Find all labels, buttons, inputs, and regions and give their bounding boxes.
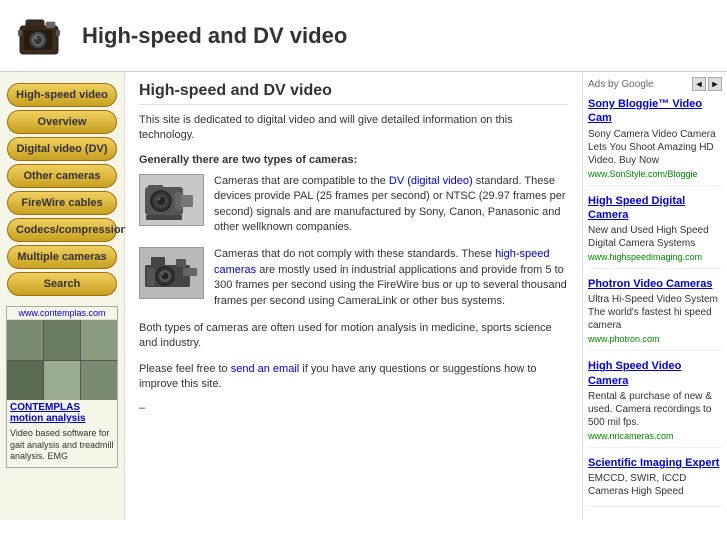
camera1-text: Cameras that are compatible to the DV (d… bbox=[214, 174, 568, 236]
content-dash: – bbox=[139, 402, 568, 414]
ad-item-2: Photron Video Cameras Ultra Hi-Speed Vid… bbox=[588, 277, 722, 351]
ads-panel: Ads by Google ◄ ► Sony Bloggie™ Video Ca… bbox=[582, 72, 727, 520]
nav-multiple[interactable]: Multiple cameras bbox=[7, 245, 117, 269]
hs-camera-icon bbox=[139, 247, 204, 299]
nav-codecs[interactable]: Codecs/compression bbox=[7, 218, 117, 242]
nav-search[interactable]: Search bbox=[7, 272, 117, 296]
sidebar-promo: www.contemplas.com CONTEMPLAS motion ana… bbox=[6, 306, 118, 468]
promo-desc: Video based software for gait analysis a… bbox=[7, 426, 117, 467]
content-para2: Please feel free to send an email if you… bbox=[139, 362, 568, 393]
ads-header: Ads by Google ◄ ► bbox=[588, 77, 722, 91]
content-para1: Both types of cameras are often used for… bbox=[139, 321, 568, 352]
sidebar: High-speed video Overview Digital video … bbox=[0, 72, 125, 520]
ad-0-title[interactable]: Sony Bloggie™ Video Cam bbox=[588, 97, 722, 126]
ad-0-url: www.SonStyle.com/Bloggie bbox=[588, 169, 722, 179]
ad-2-url: www.photron.com bbox=[588, 334, 722, 344]
ad-4-desc: EMCCD, SWIR, ICCD Cameras High Speed bbox=[588, 472, 722, 498]
camera2-text: Cameras that do not comply with these st… bbox=[214, 247, 568, 309]
ad-1-url: www.highspeedimaging.com bbox=[588, 252, 722, 262]
camera1-block: Cameras that are compatible to the DV (d… bbox=[139, 174, 568, 236]
main-layout: High-speed video Overview Digital video … bbox=[0, 72, 727, 520]
ad-item-4: Scientific Imaging Expert EMCCD, SWIR, I… bbox=[588, 456, 722, 507]
ad-0-desc: Sony Camera Video Camera Lets You Shoot … bbox=[588, 128, 722, 167]
nav-other[interactable]: Other cameras bbox=[7, 164, 117, 188]
highspeed-link[interactable]: high-speed cameras bbox=[214, 248, 550, 275]
nav-firewire[interactable]: FireWire cables bbox=[7, 191, 117, 215]
content-title: High-speed and DV video bbox=[139, 82, 568, 105]
ad-item-3: High Speed Video Camera Rental & purchas… bbox=[588, 359, 722, 448]
camera2-block: Cameras that do not comply with these st… bbox=[139, 247, 568, 309]
ad-1-title[interactable]: High Speed Digital Camera bbox=[588, 194, 722, 223]
email-link[interactable]: send an email bbox=[231, 363, 300, 375]
dv-camera-icon bbox=[139, 174, 204, 226]
ad-2-title[interactable]: Photron Video Cameras bbox=[588, 277, 722, 291]
page-title: High-speed and DV video bbox=[82, 23, 347, 49]
ads-prev-btn[interactable]: ◄ bbox=[692, 77, 706, 91]
ad-3-desc: Rental & purchase of new & used. Camera … bbox=[588, 390, 722, 429]
nav-highspeed[interactable]: High-speed video bbox=[7, 83, 117, 107]
promo-image bbox=[7, 320, 117, 400]
site-logo bbox=[12, 8, 67, 63]
nav-overview[interactable]: Overview bbox=[7, 110, 117, 134]
ad-item-0: Sony Bloggie™ Video Cam Sony Camera Vide… bbox=[588, 97, 722, 186]
promo-title[interactable]: CONTEMPLAS motion analysis bbox=[7, 400, 117, 426]
ad-4-title[interactable]: Scientific Imaging Expert bbox=[588, 456, 722, 470]
ad-2-desc: Ultra Hi-Speed Video System The world's … bbox=[588, 293, 722, 332]
page-header: High-speed and DV video bbox=[0, 0, 727, 72]
ad-item-1: High Speed Digital Camera New and Used H… bbox=[588, 194, 722, 270]
promo-site-label: www.contemplas.com bbox=[7, 307, 117, 320]
dv-link[interactable]: DV (digital video) bbox=[389, 175, 473, 187]
content-intro: This site is dedicated to digital video … bbox=[139, 113, 568, 144]
ads-nav: ◄ ► bbox=[692, 77, 722, 91]
ad-3-title[interactable]: High Speed Video Camera bbox=[588, 359, 722, 388]
ad-1-desc: New and Used High Speed Digital Camera S… bbox=[588, 224, 722, 250]
content-subtitle: Generally there are two types of cameras… bbox=[139, 154, 568, 166]
ads-next-btn[interactable]: ► bbox=[708, 77, 722, 91]
nav-dv[interactable]: Digital video (DV) bbox=[7, 137, 117, 161]
ad-3-url: www.nricameras.com bbox=[588, 431, 722, 441]
main-content: High-speed and DV video This site is ded… bbox=[125, 72, 582, 520]
ads-by-google-label: Ads by Google bbox=[588, 79, 654, 90]
